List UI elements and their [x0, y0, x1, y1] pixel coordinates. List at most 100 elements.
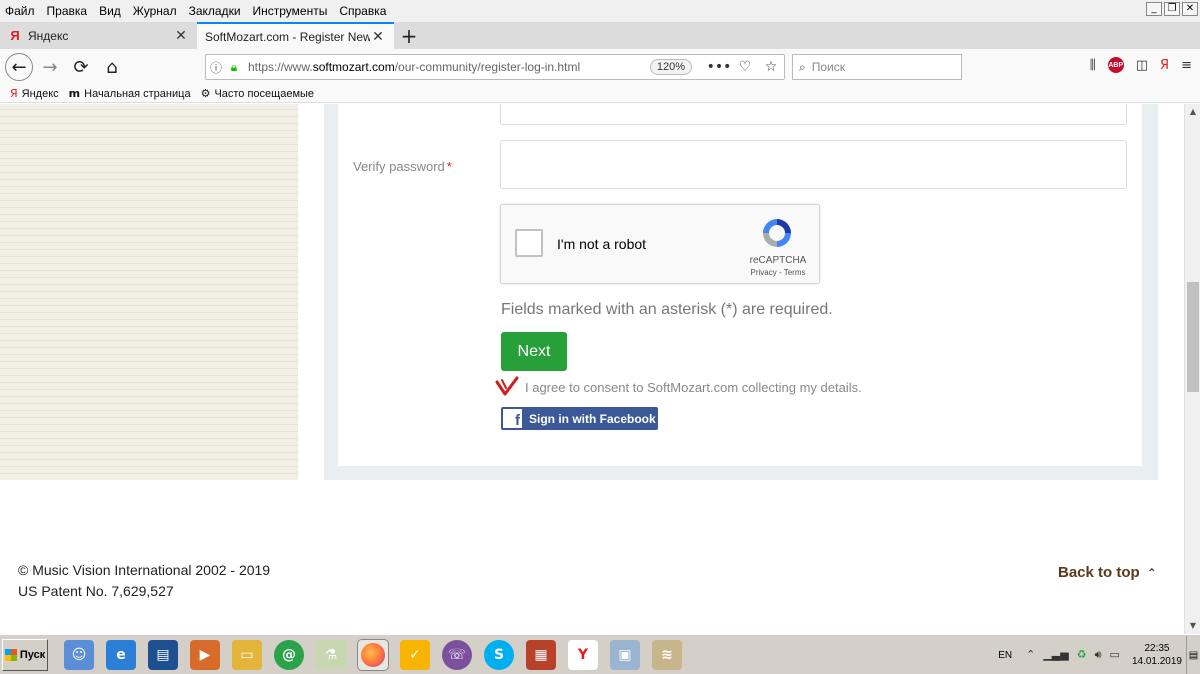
- footer-info: © Music Vision International 2002 - 2019…: [18, 560, 270, 602]
- tool-app-icon[interactable]: ⚗: [316, 639, 346, 670]
- navigation-bar: ← → ⟳ ⌂ ⓘ 🔒︎ https://www.softmozart.com/…: [0, 49, 1200, 85]
- back-to-top-link[interactable]: Back to top ⌃: [1058, 564, 1157, 581]
- home-button[interactable]: ⌂: [98, 53, 126, 81]
- consent-label[interactable]: I agree to consent to SoftMozart.com col…: [525, 380, 862, 395]
- back-button[interactable]: ←: [5, 53, 33, 81]
- mail-agent-icon[interactable]: @: [274, 639, 304, 670]
- zoom-indicator[interactable]: 120%: [649, 59, 692, 75]
- verify-password-field[interactable]: [500, 140, 1127, 189]
- yandex-icon[interactable]: Я: [1160, 58, 1169, 73]
- folder-icon[interactable]: ▭: [232, 639, 262, 670]
- tab-strip: Я Яндекс ✕ SoftMozart.com - Register New…: [0, 22, 1200, 49]
- clock-date: 14.01.2019: [1131, 656, 1182, 667]
- recaptcha-terms-link[interactable]: Privacy - Terms: [747, 268, 809, 277]
- tray-expand-icon[interactable]: ⌃: [1026, 648, 1035, 662]
- url-text[interactable]: https://www.softmozart.com/our-community…: [242, 60, 650, 74]
- clock[interactable]: 22:35 14.01.2019: [1132, 642, 1182, 668]
- internet-explorer-icon[interactable]: e: [106, 639, 136, 670]
- window-controls: _ ❐ ✕: [1146, 2, 1198, 16]
- books-app-icon[interactable]: ≋: [652, 639, 682, 670]
- address-bar[interactable]: ⓘ 🔒︎ https://www.softmozart.com/our-comm…: [205, 54, 785, 80]
- firefox-icon[interactable]: [357, 638, 389, 671]
- network-icon[interactable]: ▭: [1110, 648, 1120, 662]
- tray-icons: ⌃ ▁▃▅ ♻ 🔊︎ ▭: [1026, 648, 1120, 662]
- video-player-icon[interactable]: ▶: [190, 639, 220, 670]
- menu-tools[interactable]: Инструменты: [247, 4, 334, 18]
- calculator-icon[interactable]: ▣: [610, 639, 640, 670]
- calendar-app-icon[interactable]: ✓: [400, 639, 430, 670]
- scroll-down-icon[interactable]: ▼: [1185, 618, 1200, 634]
- recycle-icon[interactable]: ♻: [1077, 648, 1087, 662]
- page-actions-icon[interactable]: •••: [706, 59, 732, 75]
- media-app-icon[interactable]: ▤: [148, 639, 178, 670]
- required-asterisk: *: [446, 159, 452, 174]
- menu-icon[interactable]: ≡: [1181, 58, 1192, 73]
- red-checkmark-icon[interactable]: [495, 376, 519, 398]
- system-tray: EN ⌃ ▁▃▅ ♻ 🔊︎ ▭ 22:35 14.01.2019 ▤: [998, 635, 1200, 674]
- pocket-icon[interactable]: ♡: [732, 59, 758, 75]
- search-icon: ⌕: [799, 59, 806, 74]
- menu-file[interactable]: Файл: [0, 4, 41, 18]
- scroll-up-icon[interactable]: ▲: [1185, 104, 1200, 120]
- reload-button[interactable]: ⟳: [67, 53, 95, 81]
- consent-row: I agree to consent to SoftMozart.com col…: [495, 376, 862, 398]
- close-tab-icon[interactable]: ✕: [370, 29, 386, 45]
- recaptcha-widget: I'm not a robot reCAPTCHA Privacy - Term…: [500, 204, 820, 284]
- bookmark-yandex[interactable]: Я Яндекс: [10, 87, 59, 100]
- tab-softmozart[interactable]: SoftMozart.com - Register New Use ✕: [197, 22, 394, 49]
- restore-button[interactable]: ❐: [1164, 2, 1180, 16]
- menu-history[interactable]: Журнал: [127, 4, 183, 18]
- recaptcha-label: I'm not a robot: [557, 236, 647, 252]
- bookmark-star-icon[interactable]: ☆: [758, 59, 784, 75]
- next-button[interactable]: Next: [501, 332, 567, 371]
- password-field[interactable]: [500, 104, 1127, 125]
- office-app-icon[interactable]: ▦: [526, 639, 556, 670]
- menu-bookmarks[interactable]: Закладки: [183, 4, 247, 18]
- start-page-icon: m: [68, 87, 81, 100]
- close-window-button[interactable]: ✕: [1182, 2, 1198, 16]
- menu-bar: Файл Правка Вид Журнал Закладки Инструме…: [0, 0, 1200, 22]
- skype-icon[interactable]: S: [484, 639, 514, 670]
- recaptcha-checkbox[interactable]: [515, 229, 543, 257]
- tab-title: Яндекс: [28, 28, 69, 43]
- gear-icon: ⚙: [200, 87, 211, 100]
- menu-view[interactable]: Вид: [93, 4, 127, 18]
- bookmark-start-page[interactable]: m Начальная страница: [69, 87, 191, 100]
- required-fields-note: Fields marked with an asterisk (*) are r…: [501, 301, 833, 318]
- menu-edit[interactable]: Правка: [41, 4, 94, 18]
- new-tab-button[interactable]: +: [394, 22, 424, 49]
- yandex-favicon-icon: Я: [10, 27, 20, 43]
- adblock-icon[interactable]: ABP: [1107, 57, 1124, 73]
- users-app-icon[interactable]: ☺: [64, 639, 94, 670]
- bookmark-most-visited[interactable]: ⚙ Часто посещаемые: [201, 87, 314, 100]
- taskbar-apps: ☺ e ▤ ▶ ▭ @ ⚗ ✓ ☏ S ▦ Y ▣ ≋: [64, 638, 682, 671]
- facebook-signin-button[interactable]: f Sign in with Facebook: [501, 407, 658, 430]
- yandex-browser-icon[interactable]: Y: [568, 639, 598, 670]
- windows-logo-icon: [4, 648, 17, 661]
- taskbar: Пуск ☺ e ▤ ▶ ▭ @ ⚗ ✓ ☏ S ▦ Y ▣ ≋ EN ⌃ ▁▃…: [0, 634, 1200, 674]
- sidebar-icon[interactable]: ◫: [1136, 58, 1148, 73]
- notifications-icon[interactable]: ▤: [1186, 636, 1200, 674]
- page-scrollbar[interactable]: ▲ ▼: [1184, 104, 1200, 634]
- chevron-up-icon: ⌃: [1146, 565, 1157, 580]
- facebook-icon: f: [503, 409, 522, 428]
- page-content: Verify password * I'm not a robot reCAPTC…: [0, 104, 1184, 634]
- scrollbar-thumb[interactable]: [1187, 282, 1199, 392]
- verify-password-label: Verify password *: [353, 159, 452, 174]
- library-icon[interactable]: ⫼: [1090, 58, 1096, 73]
- search-input[interactable]: ⌕ Поиск: [792, 54, 962, 80]
- lock-icon[interactable]: 🔒︎: [226, 60, 242, 75]
- menu-help[interactable]: Справка: [333, 4, 392, 18]
- sheet-music-background: [0, 104, 298, 480]
- info-icon[interactable]: ⓘ: [206, 59, 226, 76]
- volume-icon[interactable]: 🔊︎: [1095, 648, 1102, 662]
- close-tab-icon[interactable]: ✕: [173, 28, 189, 44]
- language-indicator[interactable]: EN: [998, 650, 1012, 661]
- clock-time: 22:35: [1144, 643, 1170, 654]
- signal-icon[interactable]: ▁▃▅: [1043, 648, 1068, 662]
- viber-icon[interactable]: ☏: [442, 639, 472, 670]
- tab-yandex[interactable]: Я Яндекс ✕: [0, 22, 197, 49]
- minimize-button[interactable]: _: [1146, 2, 1162, 16]
- start-button[interactable]: Пуск: [2, 638, 48, 671]
- forward-button[interactable]: →: [36, 53, 64, 81]
